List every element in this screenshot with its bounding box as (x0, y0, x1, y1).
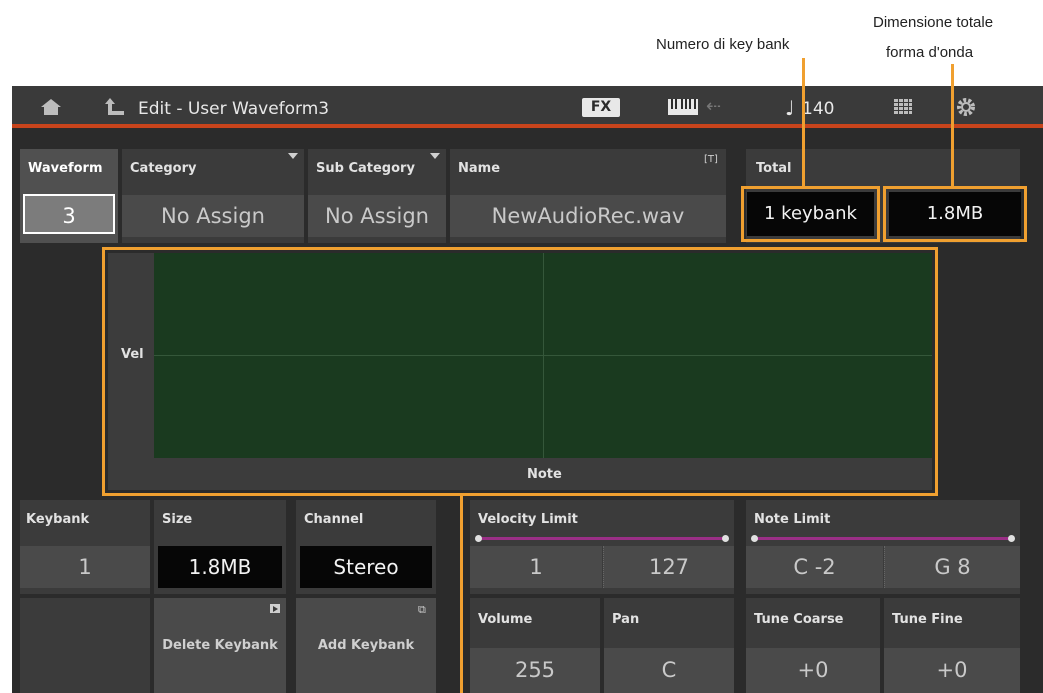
total-size-value: 1.8MB (889, 192, 1021, 236)
category-dropdown-icon (288, 153, 298, 159)
category-label: Category (130, 161, 197, 176)
channel-value: Stereo (300, 546, 432, 588)
note-icon: ♩ (785, 96, 795, 120)
velocity-axis-label: Vel (121, 347, 144, 362)
back-arrow-icon[interactable] (104, 97, 126, 117)
text-edit-icon: [T] (704, 154, 718, 165)
note-slider-low-handle[interactable] (751, 535, 758, 542)
velocity-high-value[interactable]: 127 (603, 546, 734, 588)
delete-keybank-button[interactable]: Delete Keybank (154, 598, 286, 693)
velocity-slider-low-handle[interactable] (475, 535, 482, 542)
home-icon[interactable] (40, 98, 62, 116)
volume-value[interactable]: 255 (470, 648, 600, 693)
category-field[interactable]: Category No Assign (122, 149, 304, 243)
keybank-field[interactable]: Keybank 1 (20, 500, 150, 594)
callout-line-keybank (802, 58, 805, 186)
fx-label: FX (590, 99, 612, 115)
note-limit-field[interactable]: Note Limit C -2 G 8 (746, 500, 1020, 594)
add-keybank-label: Add Keybank (317, 638, 415, 653)
waveform-field[interactable]: Waveform 3 (20, 149, 118, 243)
keybank-value[interactable]: 1 (20, 546, 150, 588)
volume-field[interactable]: Volume 255 (470, 598, 600, 693)
category-value[interactable]: No Assign (122, 195, 304, 237)
name-value[interactable]: NewAudioRec.wav (450, 195, 726, 237)
add-keybank-button[interactable]: ⧉ Add Keybank (296, 598, 436, 693)
size-field: Size 1.8MB (154, 500, 286, 594)
velocity-low-value[interactable]: 1 (470, 546, 602, 588)
tune-fine-field[interactable]: Tune Fine +0 (884, 598, 1020, 693)
velocity-limit-field[interactable]: Velocity Limit 1 127 (470, 500, 734, 594)
note-range-slider[interactable] (751, 535, 1015, 542)
waveform-label: Waveform (28, 161, 103, 176)
sub-category-label: Sub Category (316, 161, 415, 176)
map-gridline-horizontal (154, 355, 932, 356)
callout-line-total-size (951, 64, 954, 186)
name-label: Name (458, 161, 501, 176)
usb-icon: ⇠ (706, 96, 722, 117)
total-keybanks-value: 1 keybank (747, 192, 874, 236)
total-label: Total (756, 161, 792, 176)
velocity-slider-high-handle[interactable] (722, 535, 729, 542)
pan-field[interactable]: Pan C (604, 598, 734, 693)
note-slider-high-handle[interactable] (1008, 535, 1015, 542)
keybank-label: Keybank (26, 512, 90, 527)
channel-label: Channel (304, 512, 364, 527)
note-high-value[interactable]: G 8 (884, 546, 1020, 588)
waveform-value[interactable]: 3 (23, 194, 115, 234)
size-label: Size (162, 512, 193, 527)
velocity-limit-label: Velocity Limit (478, 512, 578, 527)
note-axis-label: Note (527, 467, 562, 482)
callout-total-size-line1: Dimensione totale (873, 14, 994, 31)
tune-fine-value[interactable]: +0 (884, 648, 1020, 693)
keybank-map[interactable]: Vel Note (108, 253, 932, 490)
empty-slot (20, 598, 150, 693)
sub-category-value[interactable]: No Assign (308, 195, 446, 237)
tune-coarse-label: Tune Coarse (754, 612, 844, 627)
delete-keybank-label: Delete Keybank (162, 638, 278, 653)
callout-line-map (460, 496, 463, 693)
keybank-map-area[interactable] (154, 253, 932, 458)
tempo-value[interactable]: 140 (802, 88, 834, 130)
note-limit-label: Note Limit (754, 512, 831, 527)
tune-coarse-value[interactable]: +0 (746, 648, 880, 693)
keyboard-icon[interactable] (668, 99, 698, 115)
play-icon (270, 604, 280, 613)
grid-icon[interactable] (894, 99, 912, 115)
pan-value[interactable]: C (604, 648, 734, 693)
volume-label: Volume (478, 612, 533, 627)
pan-label: Pan (612, 612, 640, 627)
fx-icon[interactable]: FX (582, 98, 620, 117)
sub-category-dropdown-icon (430, 153, 440, 159)
device-screen: Edit - User Waveform3 FX ⇠ ♩ 140 Wavefor… (12, 86, 1043, 693)
name-field[interactable]: Name [T] NewAudioRec.wav (450, 149, 726, 243)
page-title: Edit - User Waveform3 (138, 99, 330, 119)
channel-field: Channel Stereo (296, 500, 436, 594)
sub-category-field[interactable]: Sub Category No Assign (308, 149, 446, 243)
top-bar: Edit - User Waveform3 FX ⇠ ♩ 140 (12, 86, 1043, 128)
callout-total-size-line2: forma d'onda (886, 44, 974, 61)
callout-keybank-number: Numero di key bank (656, 36, 790, 53)
note-low-value[interactable]: C -2 (746, 546, 883, 588)
size-value: 1.8MB (158, 546, 282, 588)
gear-icon[interactable] (956, 97, 976, 117)
tune-coarse-field[interactable]: Tune Coarse +0 (746, 598, 880, 693)
tune-fine-label: Tune Fine (892, 612, 963, 627)
velocity-range-slider[interactable] (475, 535, 729, 542)
window-icon: ⧉ (418, 603, 426, 616)
